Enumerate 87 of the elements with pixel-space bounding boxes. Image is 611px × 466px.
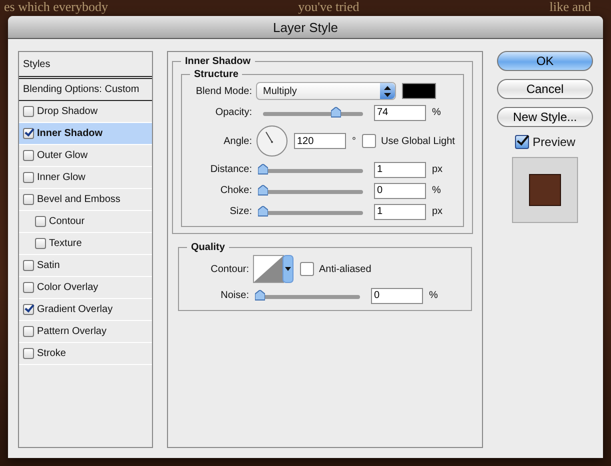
checkbox[interactable] [23, 326, 34, 337]
unit-label: % [429, 290, 438, 301]
checkbox[interactable] [23, 150, 34, 161]
checkbox-label: Preview [532, 135, 576, 149]
checkbox[interactable] [23, 128, 34, 139]
panel-header: Styles [19, 52, 152, 79]
style-label: Gradient Overlay [37, 304, 113, 315]
field-label: Size: [228, 206, 252, 217]
checkbox[interactable] [35, 216, 46, 227]
unit-label: ° [352, 136, 356, 146]
style-list-item[interactable]: Inner Glow [19, 167, 152, 189]
slider-thumb[interactable] [258, 164, 268, 175]
group-title: Structure [193, 69, 240, 80]
style-list-item[interactable]: Gradient Overlay [19, 299, 152, 321]
style-label: Satin [37, 260, 60, 271]
style-label: Texture [49, 238, 82, 249]
slider-thumb[interactable] [331, 107, 341, 118]
style-list-item[interactable]: Bevel and Emboss [19, 189, 152, 211]
style-label: Outer Glow [37, 150, 88, 161]
angle-dial-icon[interactable] [256, 125, 288, 157]
checkbox[interactable] [23, 194, 34, 205]
style-list-item[interactable]: Inner Shadow [19, 123, 152, 145]
value-field[interactable]: 0 [371, 288, 423, 304]
updown-icon [384, 86, 391, 96]
background-text: like and [549, 0, 591, 16]
checkbox-label: Anti-aliased [319, 264, 372, 274]
dialog-button[interactable]: OK [497, 51, 593, 71]
anti-aliased-checkbox[interactable]: Anti-aliased [300, 262, 372, 276]
style-label: Pattern Overlay [37, 326, 106, 337]
group-title: Inner Shadow [184, 56, 252, 67]
style-label: Drop Shadow [37, 106, 98, 117]
dialog-button[interactable]: Cancel [497, 79, 593, 99]
checkbox[interactable] [23, 304, 34, 315]
style-list-item[interactable]: Satin [19, 255, 152, 277]
style-list-item[interactable]: Texture [19, 233, 152, 255]
value-field[interactable]: 0 [374, 182, 426, 198]
field-label: Blend Mode: [194, 86, 252, 96]
unit-label: % [432, 107, 441, 118]
style-label: Inner Shadow [37, 128, 103, 139]
checkbox[interactable] [23, 260, 34, 271]
checkbox[interactable] [23, 106, 34, 117]
field-label: Angle: [222, 136, 252, 146]
style-list-item[interactable]: Stroke [19, 343, 152, 365]
checkbox[interactable] [23, 172, 34, 183]
preview-checkbox[interactable]: Preview [497, 135, 593, 149]
unit-label: px [432, 164, 443, 175]
style-list-item[interactable]: Contour [19, 211, 152, 233]
field-label: Distance: [209, 164, 252, 175]
field-label: Contour: [210, 264, 249, 274]
unit-label: % [432, 185, 441, 196]
style-label: Color Overlay [37, 282, 98, 293]
window-title: Layer Style [272, 20, 338, 34]
slider-thumb[interactable] [258, 206, 268, 217]
slider-thumb[interactable] [255, 290, 265, 301]
style-label: Stroke [37, 348, 66, 359]
style-label: Bevel and Emboss [37, 194, 120, 205]
style-label: Inner Glow [37, 172, 86, 183]
style-list-item[interactable]: Outer Glow [19, 145, 152, 167]
style-list-item[interactable]: Color Overlay [19, 277, 152, 299]
style-list-item[interactable]: Pattern Overlay [19, 321, 152, 343]
unit-label: px [432, 206, 443, 217]
value-field[interactable]: 120 [294, 133, 346, 149]
global-light-checkbox[interactable]: Use Global Light [362, 134, 455, 148]
checkbox[interactable] [23, 348, 34, 359]
value-field[interactable]: 74 [374, 104, 426, 120]
field-label: Noise: [220, 290, 249, 301]
dialog-button[interactable]: New Style... [497, 107, 593, 127]
value-field[interactable]: 1 [374, 162, 426, 178]
background-text: es which everybody [4, 0, 108, 16]
style-label: Contour [49, 216, 85, 227]
blend-mode-dropdown[interactable]: Multiply [256, 82, 396, 100]
style-list-item[interactable]: Blending Options: Custom [19, 79, 152, 101]
color-swatch[interactable] [402, 83, 436, 99]
preview-swatch [529, 174, 561, 206]
slider-thumb[interactable] [258, 185, 268, 196]
checkbox[interactable] [35, 238, 46, 249]
field-label: Choke: [219, 185, 252, 196]
field-label: Opacity: [214, 107, 252, 118]
value-field[interactable]: 1 [374, 204, 426, 220]
contour-picker[interactable] [253, 255, 294, 283]
checkbox[interactable] [362, 134, 376, 148]
checkbox[interactable] [23, 282, 34, 293]
checkbox[interactable] [300, 262, 314, 276]
background-text: you've tried [298, 0, 360, 16]
group-title: Quality [190, 242, 226, 253]
checkbox-label: Use Global Light [381, 136, 455, 146]
checkbox[interactable] [514, 135, 529, 149]
